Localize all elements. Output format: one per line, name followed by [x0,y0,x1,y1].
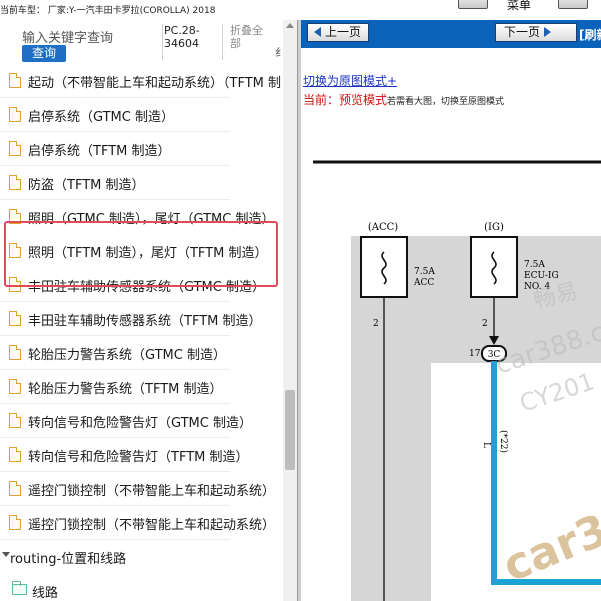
tree-node-label: routing-位置和线路 [10,552,127,567]
document-icon [9,447,21,462]
fuse-ig-rating: 7.5A [524,260,545,270]
search-button[interactable]: 查询 [22,45,66,62]
tree-item-label: 丰田驻车辅助传感器系统（TFTM 制造） [28,314,262,329]
tree-item-label: 轮胎压力警告系统（TFTM 制造） [28,382,223,397]
tree-item[interactable]: 起动（不带智能上车和起动系统）（TFTM 制 [0,64,283,98]
fuse-acc-rating: 7.5A [414,267,435,277]
right-arrow-icon [544,26,552,37]
wiring-diagram[interactable]: (ACC) 7.5A ACC 2 (IG) 7.5A ECU-IG NO. 4 … [301,112,601,601]
document-icon [9,379,21,394]
document-icon [9,481,21,496]
fuse-ig-pin: 2 [482,319,488,329]
wire-ref-label: (*22) [498,430,509,453]
tree-item[interactable]: 轮胎压力警告系统（GTMC 制造） [0,336,283,370]
tree-item[interactable]: 启停系统（TFTM 制造） [0,132,283,166]
mode-hint: 若需看大图，切换至原图模式 [387,97,505,107]
top-bar: 当前车型： 厂家:Y-一汽丰田卡罗拉(COROLLA) 2018 菜单 [0,0,601,20]
tree-item-lighting-gtmc[interactable]: 照明（GTMC 制造），尾灯（GTMC 制造） [0,200,283,234]
next-page-button[interactable]: 下一页 [495,23,577,42]
mode-name: 预览模式 [339,93,388,107]
connector-pin: 17 [469,349,481,359]
tree-item-label: 转向信号和危险警告灯（TFTM 制造） [28,450,249,465]
tree-item-label: 照明（TFTM 制造），尾灯（TFTM 制造） [28,246,268,261]
tree-item-label: 启停系统（TFTM 制造） [28,144,171,159]
fuse-acc-name: ACC [413,278,434,288]
left-arrow-icon [314,26,321,37]
column-divider [222,24,223,60]
scrollbar-thumb[interactable] [285,390,295,470]
part-code: PC.28-34604 [164,24,200,50]
tree-item[interactable]: 丰田驻车辅助传感器系统（TFTM 制造） [0,302,283,336]
fuse-ig-name: ECU-IG [524,271,559,281]
next-page-label: 下一页 [504,25,541,39]
collapse-all-button[interactable]: 折叠全部 [230,24,270,50]
document-icon [9,73,21,88]
document-icon [9,311,21,326]
prev-page-button[interactable]: 上一页 [307,23,369,42]
tree-item[interactable]: 丰田驻车辅助传感器系统（GTMC 制造） [0,268,283,302]
left-panel: 输入关键字查询 查询 PC.28-34604 折叠全部 纟 起动（不带智能上车和… [0,20,297,601]
tree-item-label: 起动（不带智能上车和起动系统）（TFTM 制 [28,76,281,91]
document-icon [9,209,21,224]
column-divider [162,24,163,60]
document-icon [9,345,21,360]
search-area: 输入关键字查询 查询 PC.28-34604 折叠全部 纟 [0,20,297,64]
menu-label[interactable]: 菜单 [507,0,531,13]
document-icon [9,175,21,190]
document-icon [9,515,21,530]
tree-item-label: 转向信号和危险警告灯（GTMC 制造） [28,416,252,431]
tree-item[interactable]: 轮胎压力警告系统（TFTM 制造） [0,370,283,404]
tree-node-routing[interactable]: routing-位置和线路 [0,540,283,574]
tree-item-lighting-tftm[interactable]: 照明（TFTM 制造），尾灯（TFTM 制造） [0,234,283,268]
fuse-acc-label: (ACC) [368,222,398,233]
prev-page-label: 上一页 [325,25,362,39]
document-icon [9,243,21,258]
tree-item[interactable]: 防盗（TFTM 制造） [0,166,283,200]
mode-prefix: 当前： [303,93,340,107]
tree-item-label: 遥控门锁控制（不带智能上车和起动系统） [28,484,276,499]
viewer-panel: 上一页 下一页 [刷新 切换为原图模式+ 当前：预览模式若需看大图，切换至原图模… [301,20,601,601]
document-icon [9,413,21,428]
tree-item-label: 启停系统（GTMC 制造） [28,110,174,125]
tree-item-label: 防盗（TFTM 制造） [28,178,145,193]
wire-color-label: L [481,442,491,448]
document-icon [9,141,21,156]
tree-folder-label: 线路 [32,586,59,601]
tree-item-label: 丰田驻车辅助传感器系统（GTMC 制造） [28,280,265,295]
tree-item[interactable]: 转向信号和危险警告灯（GTMC 制造） [0,404,283,438]
tree-scrollbar[interactable] [283,20,297,601]
folder-icon [12,581,27,595]
viewer-nav-bar: 上一页 下一页 [刷新 [301,20,601,48]
current-model-label: 当前车型： 厂家:Y-一汽丰田卡罗拉(COROLLA) 2018 [0,6,216,16]
search-input[interactable]: 输入关键字查询 查询 [0,22,162,62]
tree-item-label: 轮胎压力警告系统（GTMC 制造） [28,348,226,363]
toolbar-button[interactable] [558,0,588,9]
current-mode-line: 当前：预览模式若需看大图，切换至原图模式 [303,91,504,108]
tree-item[interactable]: 遥控门锁控制（不带智能上车和起动系统） [0,472,283,506]
tree-item[interactable]: 遥控门锁控制（不带智能上车和起动系统） [0,506,283,540]
scroll-up-arrow-icon[interactable] [286,23,294,28]
refresh-button[interactable]: [刷新 [579,26,601,43]
toolbar-button[interactable] [458,0,488,9]
switch-original-mode-link[interactable]: 切换为原图模式+ [303,72,397,89]
tree-item[interactable]: 启停系统（GTMC 制造） [0,98,283,132]
tree-item[interactable]: 转向信号和危险警告灯（TFTM 制造） [0,438,283,472]
expand-triangle-icon[interactable] [2,552,10,557]
tree-folder-wiring[interactable]: 线路 [0,574,283,601]
tree-item-label: 照明（GTMC 制造），尾灯（GTMC 制造） [28,212,275,227]
document-icon [9,107,21,122]
tree-item-label: 遥控门锁控制（不带智能上车和起动系统） [28,518,276,533]
search-placeholder: 输入关键字查询 [22,31,114,46]
fuse-ig-label: (IG) [484,222,504,233]
document-icon [9,277,21,292]
fuse-acc-pin: 2 [373,319,379,329]
